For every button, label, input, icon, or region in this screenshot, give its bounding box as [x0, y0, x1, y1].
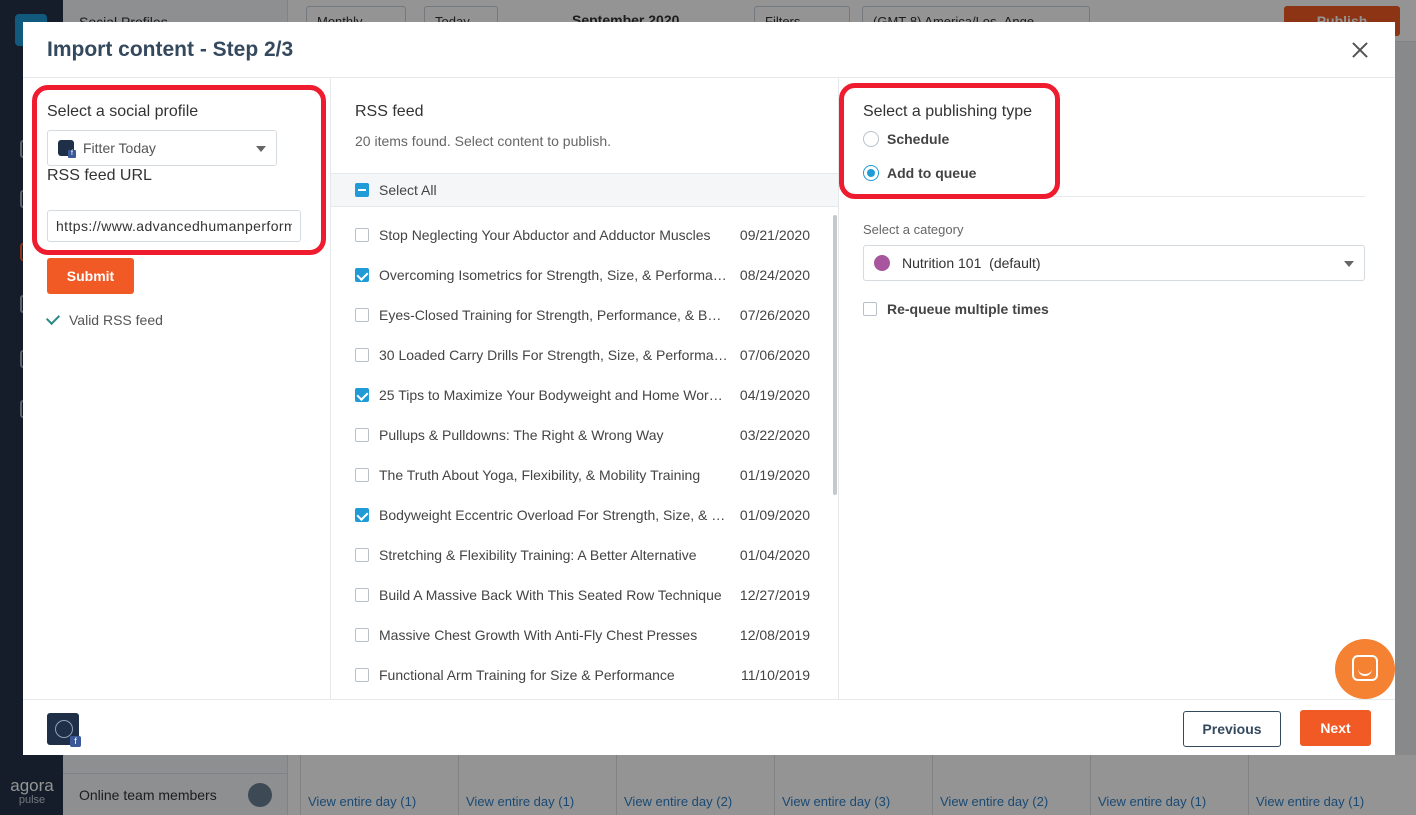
list-item[interactable]: 25 Tips to Maximize Your Bodyweight and …: [331, 375, 838, 415]
item-checkbox[interactable]: [355, 628, 369, 642]
item-date: 01/09/2020: [739, 507, 810, 523]
item-checkbox[interactable]: [355, 668, 369, 682]
highlight-annotation: [32, 85, 326, 255]
item-checkbox[interactable]: [355, 468, 369, 482]
item-date: 07/06/2020: [739, 347, 810, 363]
avatar: [47, 713, 81, 747]
item-title: Eyes-Closed Training for Strength, Perfo…: [379, 307, 729, 323]
item-title: Stop Neglecting Your Abductor and Adduct…: [379, 227, 711, 243]
item-date: 01/04/2020: [739, 547, 810, 563]
select-all-checkbox[interactable]: [355, 183, 369, 197]
list-item[interactable]: The Truth About Yoga, Flexibility, & Mob…: [331, 455, 838, 495]
chat-support-icon[interactable]: [1335, 639, 1395, 699]
item-date: 09/21/2020: [739, 227, 810, 243]
list-item[interactable]: Stretching & Flexibility Training: A Bet…: [331, 535, 838, 575]
item-checkbox[interactable]: [355, 588, 369, 602]
list-item[interactable]: 30 Loaded Carry Drills For Strength, Siz…: [331, 335, 838, 375]
item-date: 01/19/2020: [739, 467, 810, 483]
item-title: Pullups & Pulldowns: The Right & Wrong W…: [379, 427, 664, 443]
list-item[interactable]: Bodyweight Eccentric Overload For Streng…: [331, 495, 838, 535]
feed-scrollbar[interactable]: [833, 215, 837, 495]
item-date: 07/26/2020: [739, 307, 810, 323]
category-color-dot: [874, 255, 890, 271]
select-all-row[interactable]: Select All: [331, 173, 838, 207]
previous-button[interactable]: Previous: [1183, 711, 1281, 747]
source-panel: Select a social profile Fitter Today RSS…: [23, 78, 331, 699]
import-content-modal: Import content - Step 2/3 Select a socia…: [23, 22, 1395, 755]
item-date: 08/24/2020: [739, 267, 810, 283]
rss-feed-panel: RSS feed 20 items found. Select content …: [331, 78, 839, 699]
next-button[interactable]: Next: [1300, 710, 1371, 746]
valid-feed-text: Valid RSS feed: [69, 312, 163, 328]
list-item[interactable]: Stop Neglecting Your Abductor and Adduct…: [331, 215, 838, 255]
item-date: 03/22/2020: [739, 427, 810, 443]
item-checkbox[interactable]: [355, 508, 369, 522]
item-checkbox[interactable]: [355, 388, 369, 402]
item-date: 12/08/2019: [739, 627, 810, 643]
requeue-checkbox[interactable]: [863, 302, 877, 316]
submit-button[interactable]: Submit: [47, 258, 134, 294]
item-title: Massive Chest Growth With Anti-Fly Chest…: [379, 627, 698, 643]
category-value: Nutrition 101 (default): [902, 255, 1041, 271]
modal-body: Select a social profile Fitter Today RSS…: [23, 78, 1395, 699]
item-checkbox[interactable]: [355, 348, 369, 362]
item-checkbox[interactable]: [355, 228, 369, 242]
list-item[interactable]: Massive Chest Growth With Anti-Fly Chest…: [331, 615, 838, 655]
list-item[interactable]: Overcoming Isometrics for Strength, Size…: [331, 255, 838, 295]
list-item[interactable]: Functional Arm Training for Size & Perfo…: [331, 655, 838, 695]
list-item[interactable]: Build A Massive Back With This Seated Ro…: [331, 575, 838, 615]
check-icon: [45, 310, 61, 326]
category-label: Select a category: [863, 222, 964, 237]
item-title: Bodyweight Eccentric Overload For Streng…: [379, 507, 729, 523]
feed-item-list: Stop Neglecting Your Abductor and Adduct…: [331, 215, 838, 695]
modal-title: Import content - Step 2/3: [47, 38, 294, 61]
modal-footer: Previous Next: [23, 699, 1395, 755]
requeue-option[interactable]: Re-queue multiple times: [863, 301, 1049, 317]
item-date: 12/27/2019: [739, 587, 810, 603]
item-title: 30 Loaded Carry Drills For Strength, Siz…: [379, 347, 729, 363]
list-item[interactable]: Eyes-Closed Training for Strength, Perfo…: [331, 295, 838, 335]
item-title: Overcoming Isometrics for Strength, Size…: [379, 267, 729, 283]
modal-header: Import content - Step 2/3: [23, 22, 1395, 78]
item-title: 25 Tips to Maximize Your Bodyweight and …: [379, 387, 729, 403]
item-title: Build A Massive Back With This Seated Ro…: [379, 587, 722, 603]
requeue-label: Re-queue multiple times: [887, 301, 1049, 317]
item-title: The Truth About Yoga, Flexibility, & Mob…: [379, 467, 701, 483]
item-checkbox[interactable]: [355, 548, 369, 562]
chevron-down-icon: [1344, 261, 1354, 267]
item-title: Stretching & Flexibility Training: A Bet…: [379, 547, 697, 563]
list-item[interactable]: Pullups & Pulldowns: The Right & Wrong W…: [331, 415, 838, 455]
valid-feed-status: Valid RSS feed: [45, 310, 163, 328]
item-checkbox[interactable]: [355, 308, 369, 322]
rss-feed-heading: RSS feed: [355, 103, 424, 120]
item-date: 11/10/2019: [740, 667, 810, 683]
item-checkbox[interactable]: [355, 428, 369, 442]
highlight-annotation: [839, 83, 1060, 199]
publishing-panel: Select a publishing type Schedule Add to…: [839, 78, 1395, 699]
item-checkbox[interactable]: [355, 268, 369, 282]
category-select[interactable]: Nutrition 101 (default): [863, 245, 1365, 281]
item-date: 04/19/2020: [739, 387, 810, 403]
item-title: Functional Arm Training for Size & Perfo…: [379, 667, 675, 683]
close-icon[interactable]: [1351, 41, 1369, 59]
feed-summary: 20 items found. Select content to publis…: [355, 133, 612, 149]
select-all-label: Select All: [379, 182, 437, 198]
